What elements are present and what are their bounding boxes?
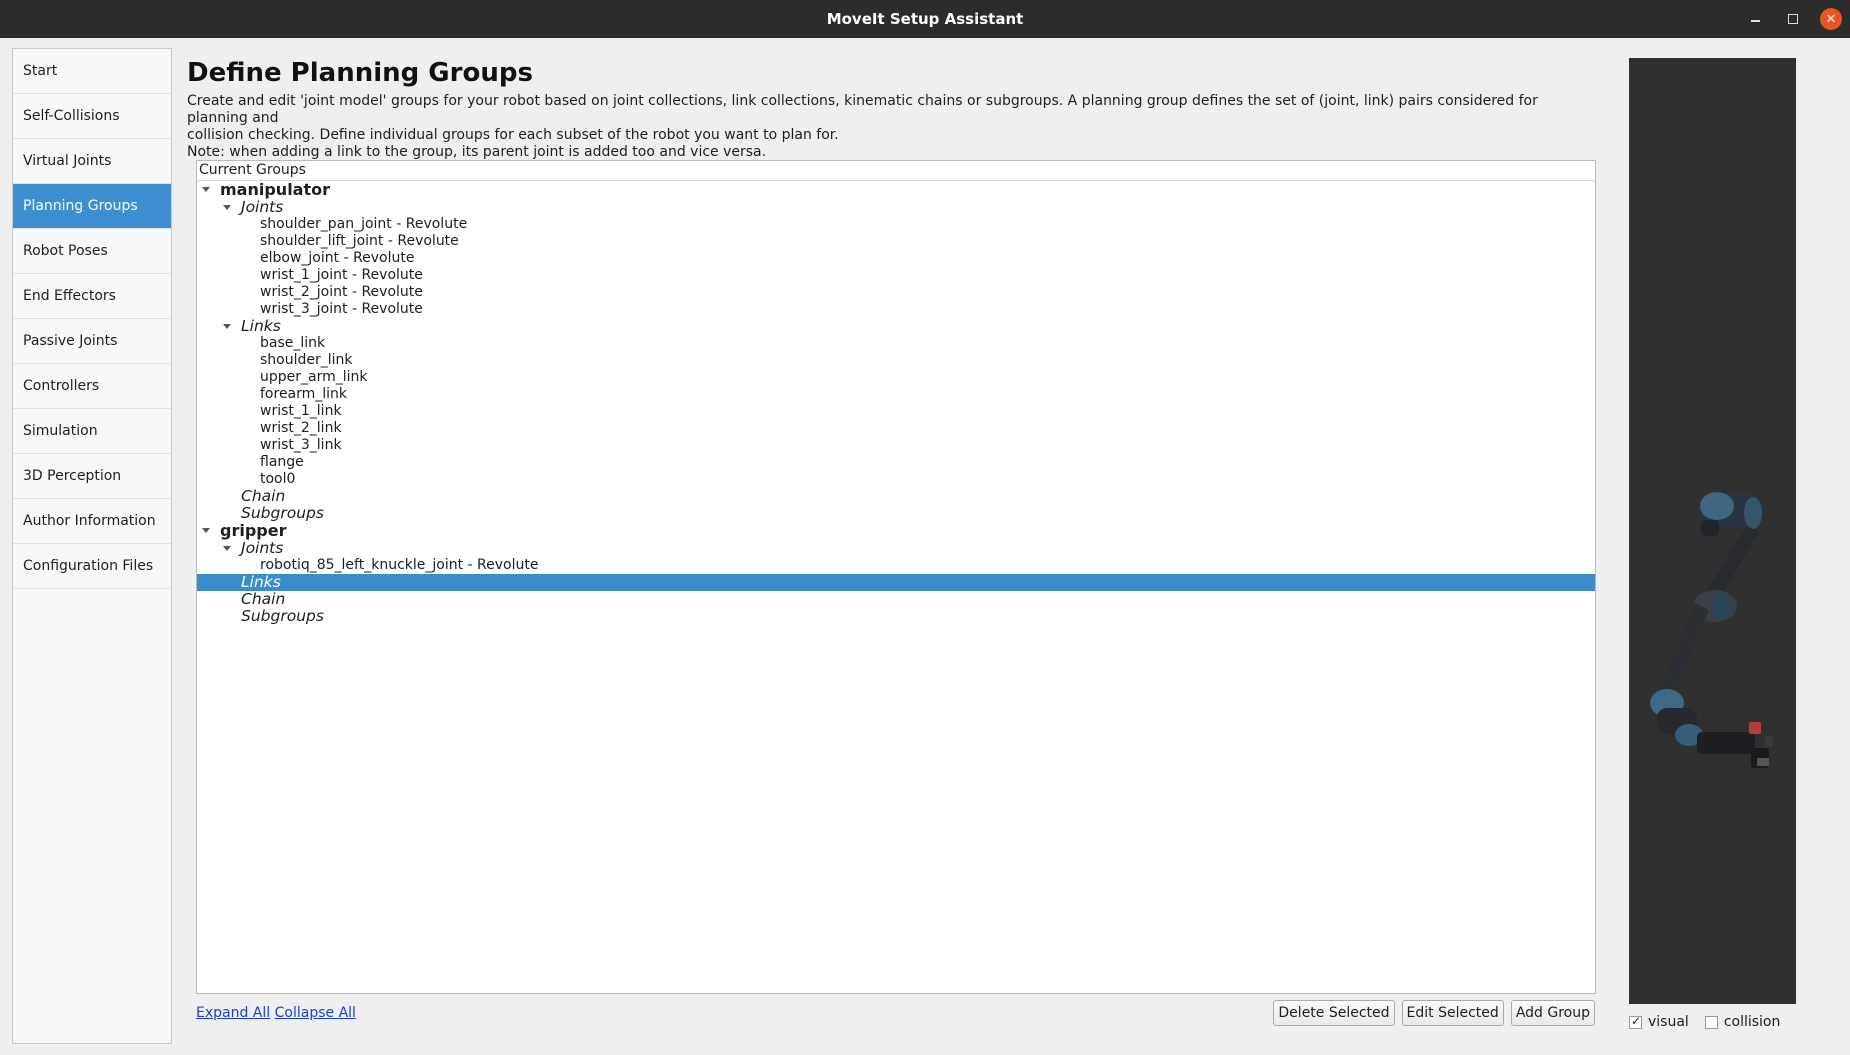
groups-tree[interactable]: Current Groups manipulator Joints should… <box>196 160 1596 994</box>
tree-group-gripper[interactable]: gripper <box>197 522 1595 540</box>
category-label: Subgroups <box>241 607 324 625</box>
joint-label: elbow_joint - Revolute <box>260 250 415 266</box>
group-action-buttons: Delete Selected Edit Selected Add Group <box>1273 1000 1595 1026</box>
link-label: forearm_link <box>260 386 348 402</box>
sidebar-item-controllers[interactable]: Controllers <box>13 364 171 409</box>
window-title: MoveIt Setup Assistant <box>826 10 1024 28</box>
collision-checkbox[interactable] <box>1704 1015 1718 1029</box>
joint-label: shoulder_lift_joint - Revolute <box>260 233 459 249</box>
close-icon[interactable]: ✕ <box>1820 8 1842 30</box>
page-title: Define Planning Groups <box>187 58 533 88</box>
category-label: Joints <box>241 539 284 557</box>
sidebar-item-passive-joints[interactable]: Passive Joints <box>13 319 171 364</box>
tree-item-link[interactable]: base_link <box>197 335 1595 352</box>
link-label: upper_arm_link <box>260 369 368 385</box>
sidebar-item-3d-perception[interactable]: 3D Perception <box>13 454 171 499</box>
category-label: Chain <box>241 590 286 608</box>
description-line: Create and edit 'joint model' groups for… <box>187 93 1538 126</box>
tree-category-chain[interactable]: Chain <box>197 591 1595 608</box>
robot-3d-viewer[interactable] <box>1629 58 1796 1004</box>
tree-category-subgroups[interactable]: Subgroups <box>197 505 1595 522</box>
tree-item-link[interactable]: forearm_link <box>197 386 1595 403</box>
category-label: Joints <box>241 198 284 216</box>
tree-item-link[interactable]: wrist_3_link <box>197 437 1595 454</box>
collapse-all-link[interactable]: Collapse All <box>275 1005 356 1021</box>
tree-item-link[interactable]: wrist_2_link <box>197 420 1595 437</box>
link-label: flange <box>260 454 304 470</box>
link-label: wrist_1_link <box>260 403 342 419</box>
sidebar-nav: Start Self-Collisions Virtual Joints Pla… <box>12 48 172 1044</box>
group-name: gripper <box>220 521 287 540</box>
tree-item-link[interactable]: shoulder_link <box>197 352 1595 369</box>
window-controls: ✕ <box>1744 0 1842 38</box>
tree-category-chain[interactable]: Chain <box>197 488 1595 505</box>
sidebar-item-author-information[interactable]: Author Information <box>13 499 171 544</box>
expand-all-link[interactable]: Expand All <box>196 1005 270 1021</box>
category-label: Subgroups <box>241 504 324 522</box>
tree-category-subgroups[interactable]: Subgroups <box>197 608 1595 625</box>
expand-arrow-icon[interactable] <box>202 528 210 533</box>
sidebar-item-end-effectors[interactable]: End Effectors <box>13 274 171 319</box>
link-label: wrist_2_link <box>260 420 342 436</box>
minimize-icon[interactable] <box>1744 8 1766 30</box>
category-label: Chain <box>241 487 286 505</box>
tree-item-joint[interactable]: shoulder_pan_joint - Revolute <box>197 216 1595 233</box>
tree-item-link[interactable]: tool0 <box>197 471 1595 488</box>
sidebar-item-virtual-joints[interactable]: Virtual Joints <box>13 139 171 184</box>
category-label: Links <box>241 573 281 591</box>
maximize-icon[interactable] <box>1782 8 1804 30</box>
sidebar-item-robot-poses[interactable]: Robot Poses <box>13 229 171 274</box>
tree-item-joint[interactable]: wrist_2_joint - Revolute <box>197 284 1595 301</box>
link-label: shoulder_link <box>260 352 353 368</box>
sidebar-item-planning-groups[interactable]: Planning Groups <box>13 184 171 229</box>
robot-arm-model-icon <box>1650 492 1773 768</box>
joint-label: wrist_3_joint - Revolute <box>260 301 423 317</box>
tree-group-manipulator[interactable]: manipulator <box>197 181 1595 199</box>
sidebar-item-start[interactable]: Start <box>13 49 171 94</box>
description-line: Note: when adding a link to the group, i… <box>187 144 767 160</box>
expand-arrow-icon[interactable] <box>202 187 210 192</box>
expand-arrow-icon[interactable] <box>223 205 231 210</box>
tree-item-joint[interactable]: wrist_1_joint - Revolute <box>197 267 1595 284</box>
window-titlebar: MoveIt Setup Assistant ✕ <box>0 0 1850 38</box>
expand-arrow-icon[interactable] <box>223 546 231 551</box>
joint-label: shoulder_pan_joint - Revolute <box>260 216 468 232</box>
tree-item-link[interactable]: flange <box>197 454 1595 471</box>
tree-header: Current Groups <box>197 161 1595 181</box>
joint-label: wrist_2_joint - Revolute <box>260 284 423 300</box>
tree-item-link[interactable]: wrist_1_link <box>197 403 1595 420</box>
link-label: base_link <box>260 335 326 351</box>
description-line: collision checking. Define individual gr… <box>187 127 839 143</box>
tree-item-joint[interactable]: wrist_3_joint - Revolute <box>197 301 1595 318</box>
tree-category-joints[interactable]: Joints <box>197 199 1595 216</box>
sidebar-item-configuration-files[interactable]: Configuration Files <box>13 544 171 589</box>
link-label: tool0 <box>260 471 296 487</box>
tree-expand-links: Expand All Collapse All <box>196 1005 356 1021</box>
sidebar-item-self-collisions[interactable]: Self-Collisions <box>13 94 171 139</box>
delete-selected-button[interactable]: Delete Selected <box>1273 1000 1395 1026</box>
tree-item-link[interactable]: upper_arm_link <box>197 369 1595 386</box>
link-label: wrist_3_link <box>260 437 342 453</box>
visual-label: visual <box>1648 1014 1689 1030</box>
edit-selected-button[interactable]: Edit Selected <box>1401 1000 1504 1026</box>
viewer-options: visual collision <box>1629 1014 1796 1030</box>
main-panel: Define Planning Groups Create and edit '… <box>186 48 1606 1048</box>
tree-category-links[interactable]: Links <box>197 318 1595 335</box>
add-group-button[interactable]: Add Group <box>1510 1000 1595 1026</box>
collision-label: collision <box>1723 1014 1781 1030</box>
tree-item-joint[interactable]: elbow_joint - Revolute <box>197 250 1595 267</box>
joint-label: wrist_1_joint - Revolute <box>260 267 423 283</box>
page-description: Create and edit 'joint model' groups for… <box>187 93 1597 161</box>
joint-label: robotiq_85_left_knuckle_joint - Revolute <box>260 557 539 573</box>
tree-item-joint[interactable]: shoulder_lift_joint - Revolute <box>197 233 1595 250</box>
visual-checkbox[interactable] <box>1629 1014 1642 1029</box>
expand-arrow-icon[interactable] <box>223 324 231 329</box>
group-name: manipulator <box>220 180 330 199</box>
tree-category-links-selected[interactable]: Links <box>197 574 1595 591</box>
sidebar-item-simulation[interactable]: Simulation <box>13 409 171 454</box>
category-label: Links <box>241 317 281 335</box>
tree-category-joints[interactable]: Joints <box>197 540 1595 557</box>
tree-item-joint[interactable]: robotiq_85_left_knuckle_joint - Revolute <box>197 557 1595 574</box>
